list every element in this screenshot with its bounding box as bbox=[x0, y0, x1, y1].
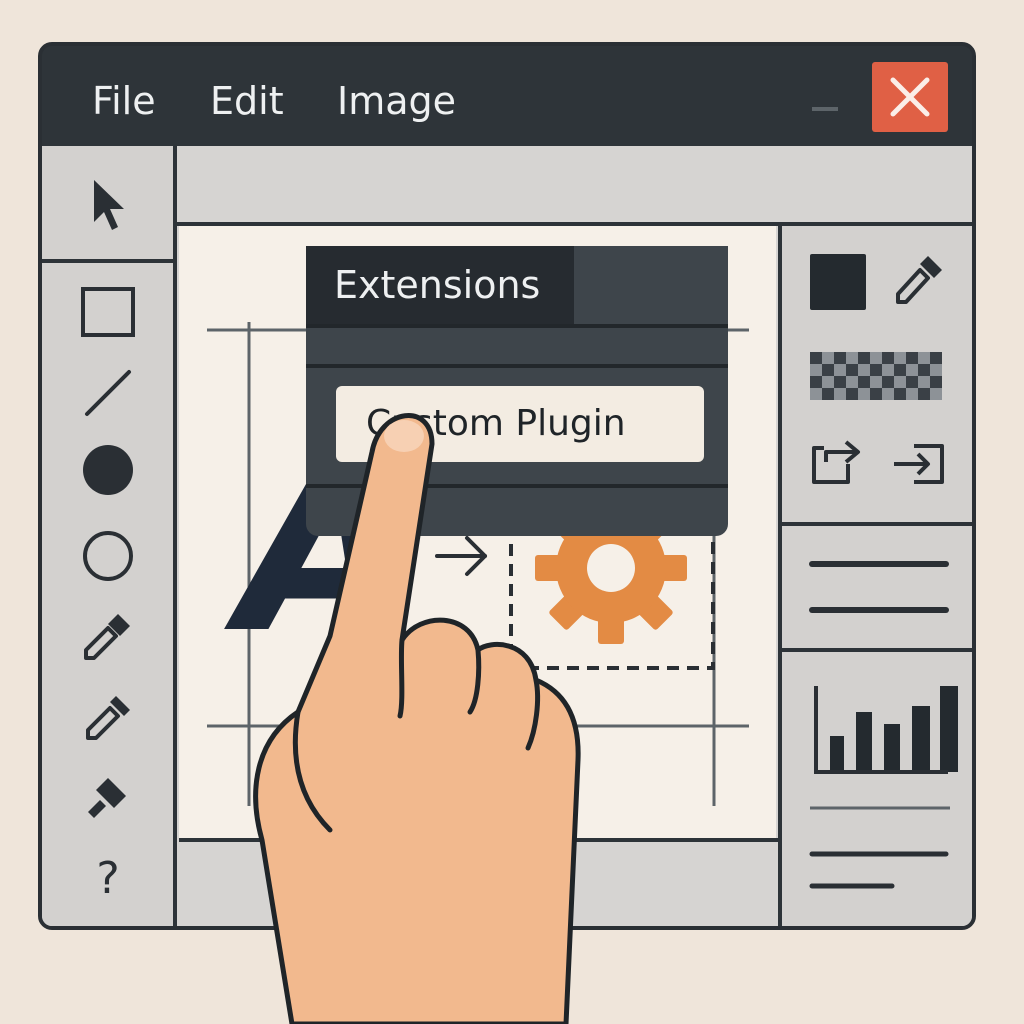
color-swatch-icon bbox=[810, 254, 866, 310]
menu-extensions[interactable]: Extensions bbox=[306, 246, 574, 324]
filled-circle-icon[interactable] bbox=[76, 438, 140, 502]
circle-icon[interactable] bbox=[76, 524, 140, 588]
histogram-icon bbox=[830, 686, 958, 772]
right-panel bbox=[778, 226, 972, 926]
text-lines-icon bbox=[809, 851, 949, 889]
rectangle-icon[interactable] bbox=[76, 281, 140, 345]
close-icon bbox=[890, 77, 930, 117]
help-icon[interactable]: ? bbox=[76, 846, 140, 910]
options-bar bbox=[177, 146, 972, 226]
extensions-dropdown: Extensions Custom Plugin bbox=[306, 246, 728, 536]
status-bar bbox=[179, 838, 778, 926]
menu-file[interactable]: File bbox=[92, 76, 156, 126]
import-icon bbox=[894, 444, 944, 484]
dropdown-divider bbox=[306, 324, 728, 328]
dropdown-divider bbox=[306, 364, 728, 368]
properties-lines-icon bbox=[809, 561, 949, 613]
menu-image[interactable]: Image bbox=[337, 76, 456, 126]
brush-icon[interactable] bbox=[76, 604, 140, 668]
close-button[interactable] bbox=[872, 62, 948, 132]
app-window: File Edit Image ? A Extensions Custom Pl… bbox=[38, 42, 976, 930]
menu-bar: File Edit Image bbox=[42, 46, 972, 146]
toolbar-divider bbox=[42, 259, 177, 263]
menu-edit[interactable]: Edit bbox=[210, 76, 284, 126]
minimize-icon[interactable] bbox=[812, 107, 838, 111]
transparency-pattern-icon bbox=[810, 352, 942, 400]
fill-bucket-icon[interactable] bbox=[76, 766, 140, 830]
line-icon[interactable] bbox=[76, 361, 140, 425]
workspace: ? A Extensions Custom Plugin bbox=[42, 146, 972, 926]
dropdown-divider bbox=[306, 484, 728, 488]
left-toolbar: ? bbox=[42, 146, 177, 926]
right-panel-content bbox=[782, 254, 972, 889]
export-icon bbox=[812, 440, 860, 484]
arrow-right-icon bbox=[435, 536, 487, 576]
custom-plugin-menu-item[interactable]: Custom Plugin bbox=[336, 386, 704, 462]
cursor-arrow-icon[interactable] bbox=[76, 174, 140, 238]
eyedropper-icon[interactable] bbox=[76, 686, 140, 750]
eyedropper-icon bbox=[896, 256, 942, 304]
